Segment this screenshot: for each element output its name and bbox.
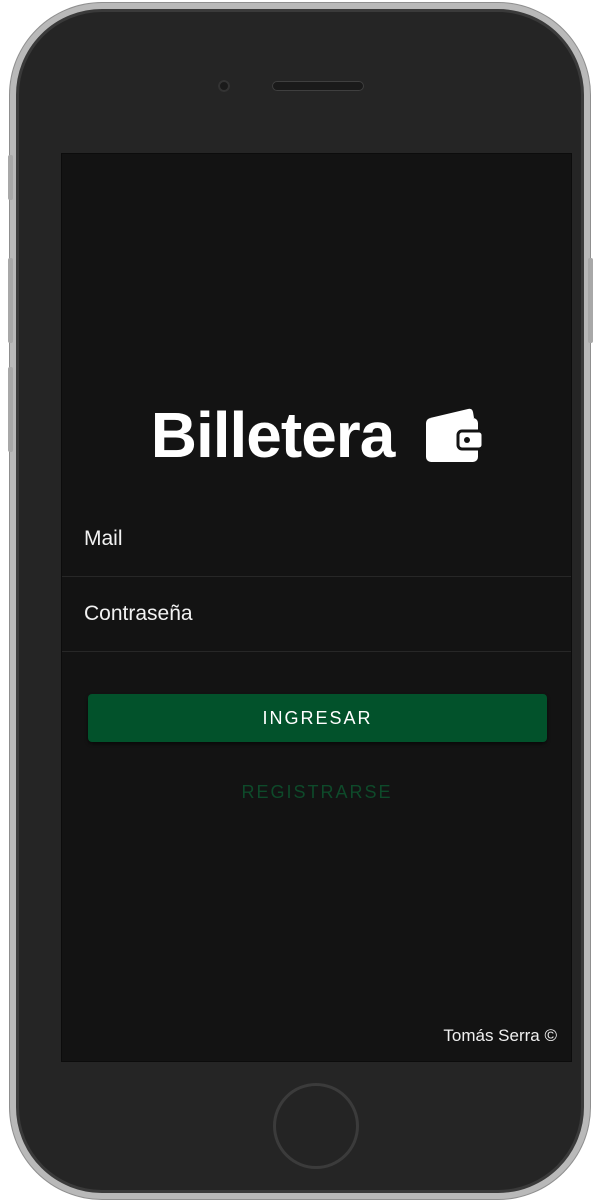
earpiece-speaker [272, 81, 364, 91]
power-button [588, 258, 593, 343]
front-camera [218, 80, 230, 92]
register-button[interactable]: REGISTRARSE [217, 776, 417, 808]
login-button[interactable]: INGRESAR [88, 694, 547, 742]
mute-switch [8, 155, 13, 200]
password-field[interactable] [62, 577, 571, 652]
footer-credit: Tomás Serra © [443, 1026, 557, 1045]
app-title: Billetera [150, 399, 396, 471]
mail-input[interactable] [62, 502, 571, 576]
app-screen: Billetera INGRESAR REGISTRARSE Tomás Ser… [61, 153, 572, 1062]
volume-up-button [8, 258, 13, 343]
header: Billetera [62, 399, 571, 471]
wallet-icon [426, 408, 485, 462]
password-input[interactable] [62, 577, 571, 651]
volume-down-button [8, 367, 13, 452]
home-button[interactable] [273, 1083, 359, 1169]
mail-field[interactable] [62, 502, 571, 577]
phone-frame: Billetera INGRESAR REGISTRARSE Tomás Ser… [10, 3, 590, 1199]
